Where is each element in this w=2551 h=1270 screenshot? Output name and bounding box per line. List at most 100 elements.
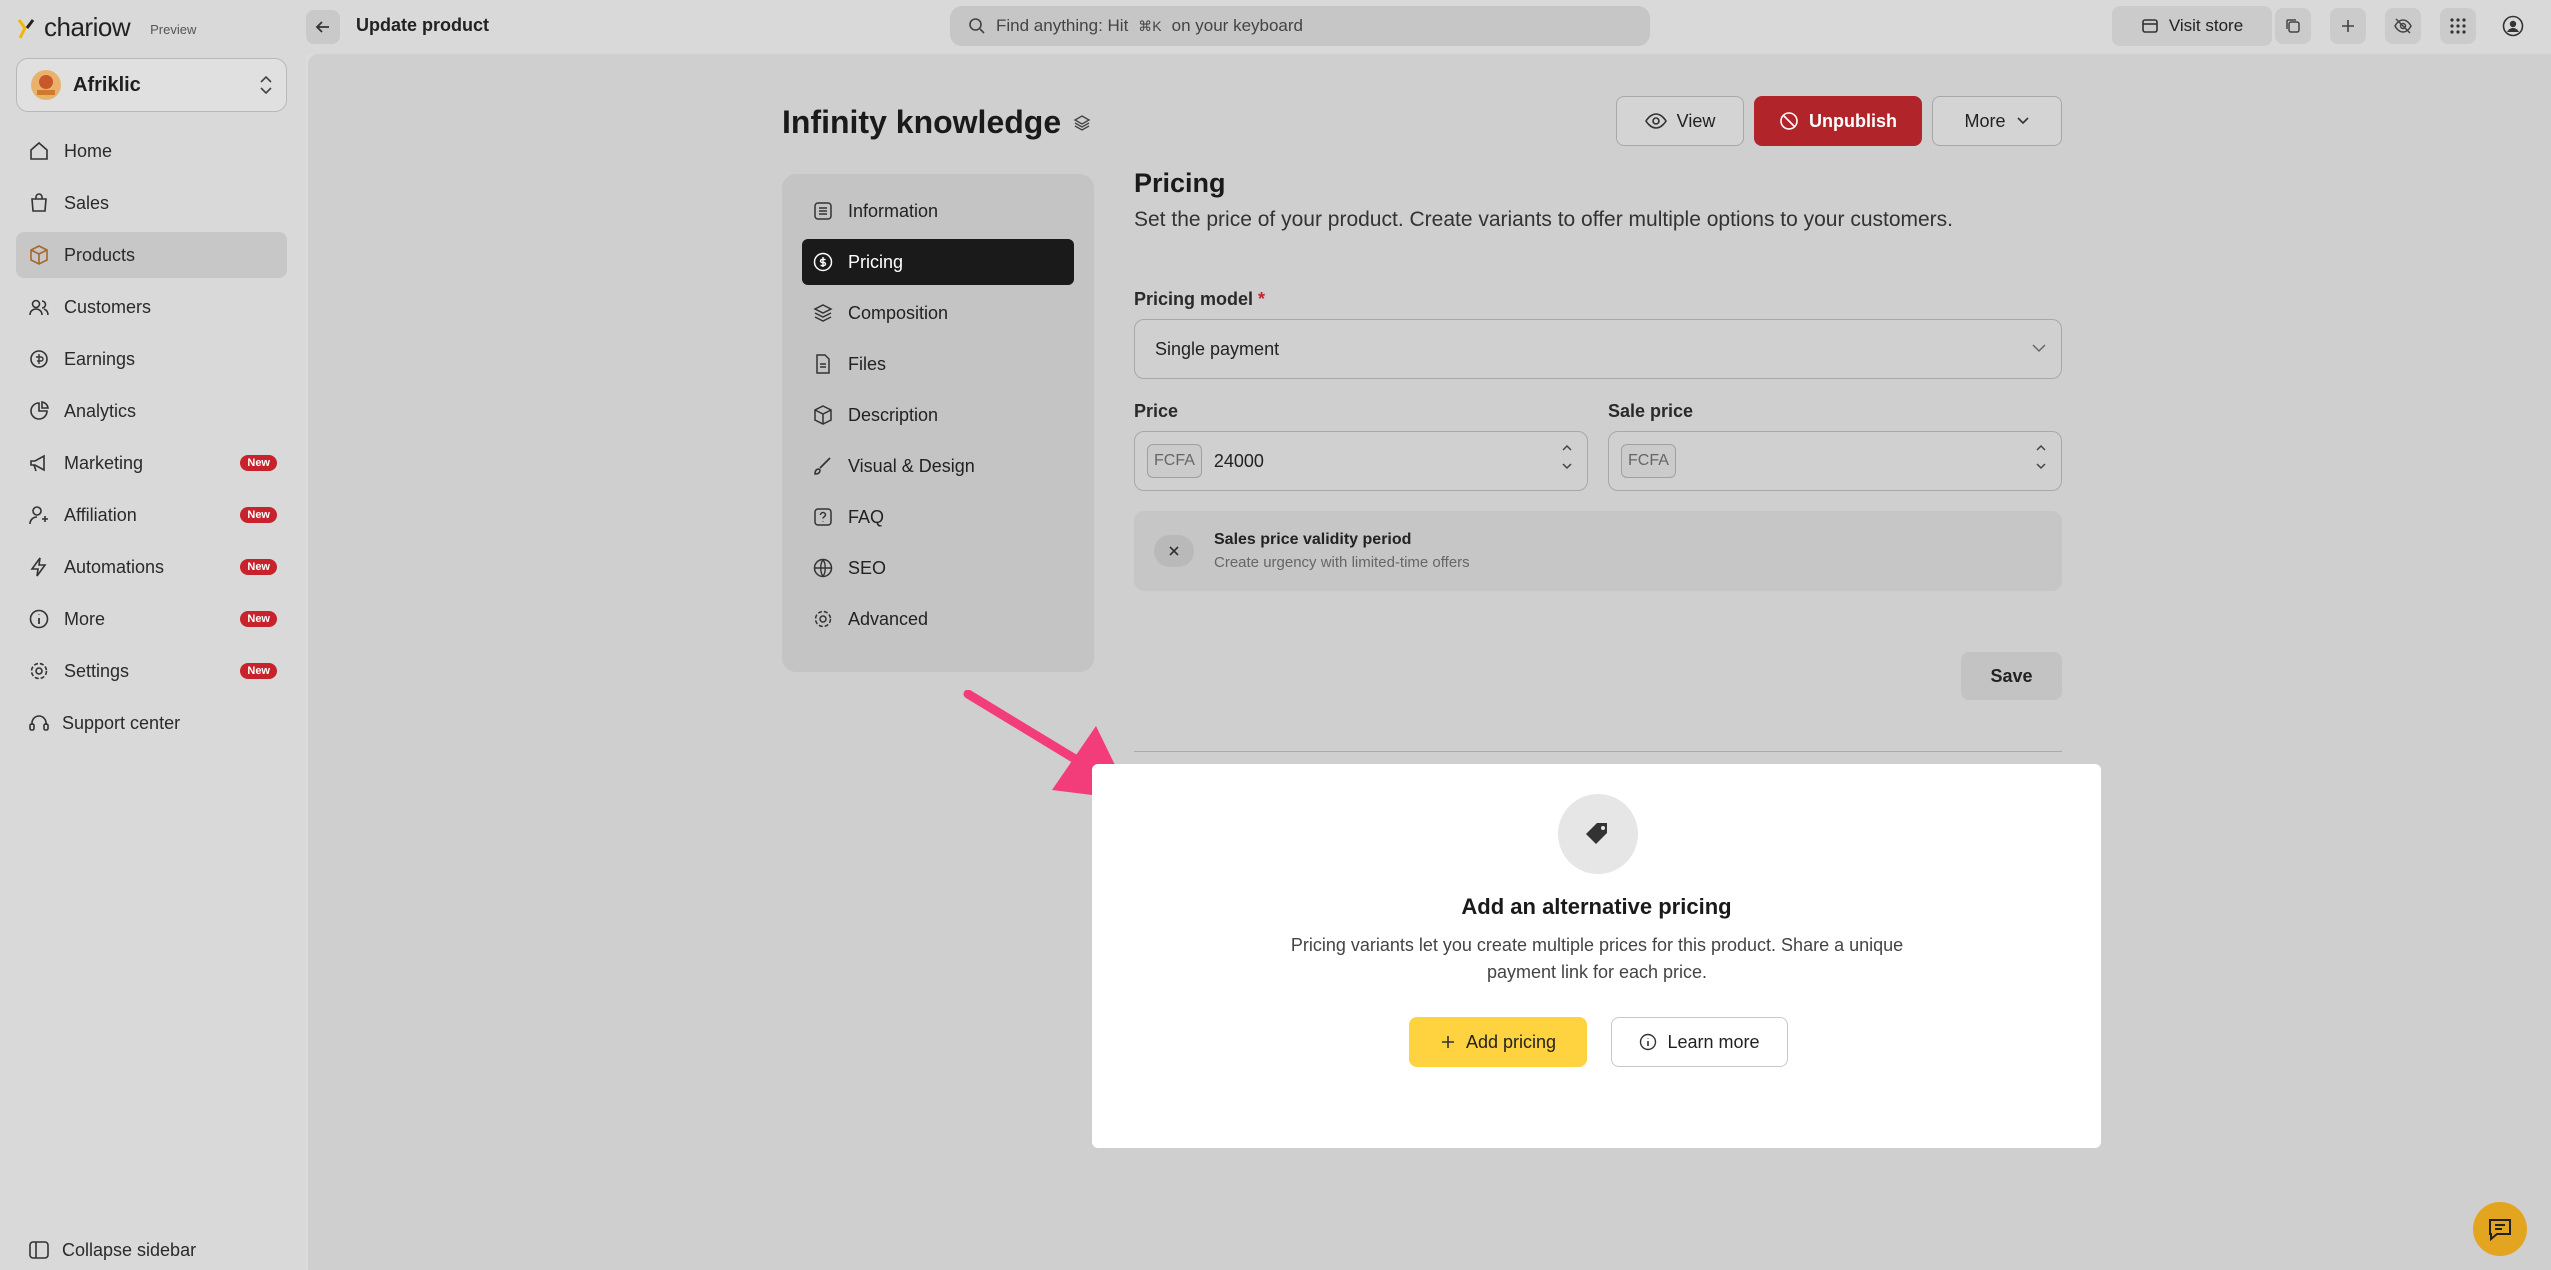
validity-subtitle: Create urgency with limited-time offers <box>1214 554 1470 571</box>
list-icon <box>814 202 832 220</box>
unpublish-label: Unpublish <box>1809 110 1897 131</box>
sidebar-item-products[interactable]: Products <box>16 232 287 278</box>
pricing-model-label-text: Pricing model <box>1134 289 1254 309</box>
sidebar-item-affiliation[interactable]: Affiliation New <box>16 492 287 538</box>
logo[interactable]: chariow Preview <box>16 12 196 43</box>
sidebar-item-automations[interactable]: Automations New <box>16 544 287 590</box>
chevron-up-icon[interactable] <box>1561 444 1573 452</box>
info-icon <box>29 609 49 629</box>
sidebar-item-earnings[interactable]: Earnings <box>16 336 287 382</box>
chevron-down-icon <box>2032 344 2046 353</box>
pricing-model-label: Pricing model * <box>1134 289 1265 310</box>
search-shortcut: ⌘K <box>1138 17 1162 34</box>
tab-files[interactable]: Files <box>802 341 1074 387</box>
price-value: 24000 <box>1213 450 1264 471</box>
store-avatar <box>31 70 61 100</box>
copy-button[interactable] <box>2275 8 2311 44</box>
chevron-down-icon[interactable] <box>1561 462 1573 470</box>
tab-description[interactable]: Description <box>802 392 1074 438</box>
tab-faq[interactable]: FAQ <box>802 494 1074 540</box>
sidebar-item-settings[interactable]: Settings New <box>16 648 287 694</box>
currency-badge: FCFA <box>1621 444 1676 478</box>
validity-title: Sales price validity period <box>1214 531 1412 548</box>
learn-more-button[interactable]: Learn more <box>1611 1017 1788 1067</box>
sale-price-input[interactable]: FCFA <box>1608 431 2062 491</box>
lightning-icon <box>30 557 47 577</box>
tab-label: SEO <box>848 557 887 578</box>
validity-toggle[interactable] <box>1154 535 1194 567</box>
sidebar-item-home[interactable]: Home <box>16 128 287 174</box>
store-name: Afriklic <box>73 73 141 96</box>
price-stepper[interactable] <box>1561 444 1573 470</box>
view-button[interactable]: View <box>1616 96 1744 146</box>
tab-visual-design[interactable]: Visual & Design <box>802 443 1074 489</box>
tag-icon <box>1558 794 1638 874</box>
question-icon <box>814 508 832 526</box>
chat-support-button[interactable] <box>2473 1202 2527 1256</box>
search-icon <box>969 18 985 34</box>
collapse-label: Collapse sidebar <box>62 1239 197 1260</box>
more-label: More <box>1964 110 2006 131</box>
collapse-sidebar-button[interactable]: Collapse sidebar <box>28 1239 196 1261</box>
more-dropdown-button[interactable]: More <box>1932 96 2062 146</box>
eye-icon <box>1644 113 1667 129</box>
sale-price-stepper[interactable] <box>2035 444 2047 470</box>
coins-icon <box>30 350 48 368</box>
new-badge: New <box>240 559 277 575</box>
add-button[interactable] <box>2330 8 2366 44</box>
unpublish-icon <box>1780 112 1798 130</box>
apps-button[interactable] <box>2440 8 2476 44</box>
product-section-nav: Information Pricing Composition Files De… <box>782 174 1094 672</box>
chevron-down-icon[interactable] <box>2035 462 2047 470</box>
new-badge: New <box>240 611 277 627</box>
chevron-up-icon[interactable] <box>2035 444 2047 452</box>
top-bar: chariow Preview Update product Find anyt… <box>0 0 2551 54</box>
pricing-model-select[interactable]: Single payment <box>1134 319 2062 379</box>
account-button[interactable] <box>2495 8 2531 44</box>
package-icon <box>814 405 832 425</box>
plus-icon <box>2342 20 2354 32</box>
store-selector[interactable]: Afriklic <box>16 58 287 112</box>
divider <box>1134 751 2062 752</box>
tab-pricing[interactable]: Pricing <box>802 239 1074 285</box>
sidebar-collapse-icon <box>29 1241 49 1259</box>
support-center-link[interactable]: Support center <box>28 712 180 734</box>
alternative-pricing-title: Add an alternative pricing <box>1461 894 1732 919</box>
sidebar-item-more[interactable]: More New <box>16 596 287 642</box>
arrow-left-icon <box>315 21 329 33</box>
support-icon <box>29 715 49 731</box>
chevron-up-down-icon <box>260 75 272 95</box>
alternative-pricing-card: Add an alternative pricing Pricing varia… <box>1092 764 2101 1148</box>
tab-seo[interactable]: SEO <box>802 545 1074 591</box>
tab-label: Advanced <box>848 608 929 629</box>
sale-price-label: Sale price <box>1608 401 1694 421</box>
search-input[interactable]: Find anything: Hit ⌘K on your keyboard <box>950 6 1650 46</box>
sidebar-item-label: Sales <box>64 192 110 213</box>
gear-icon <box>30 662 48 680</box>
price-input[interactable]: FCFA 24000 <box>1134 431 1588 491</box>
sidebar-item-label: Earnings <box>64 348 136 369</box>
layers-icon <box>813 304 833 322</box>
save-button[interactable]: Save <box>1961 652 2062 700</box>
visit-store-button[interactable]: Visit store <box>2112 6 2272 46</box>
hide-button[interactable] <box>2385 8 2421 44</box>
sidebar-item-sales[interactable]: Sales <box>16 180 287 226</box>
sidebar-item-customers[interactable]: Customers <box>16 284 287 330</box>
back-button[interactable] <box>306 10 340 44</box>
pricing-heading: Pricing <box>1134 168 1226 198</box>
layers-icon[interactable] <box>1073 114 1091 132</box>
tab-label: Information <box>848 200 939 221</box>
sidebar: Afriklic Home Sales Products Customers E… <box>0 54 306 1270</box>
users-icon <box>29 299 49 316</box>
logo-text: chariow <box>44 12 131 42</box>
tab-advanced[interactable]: Advanced <box>802 596 1074 642</box>
add-pricing-button[interactable]: Add pricing <box>1409 1017 1587 1067</box>
tab-information[interactable]: Information <box>802 188 1074 234</box>
box-icon <box>30 245 48 265</box>
sidebar-item-analytics[interactable]: Analytics <box>16 388 287 434</box>
tab-composition[interactable]: Composition <box>802 290 1074 336</box>
search-placeholder: Find anything: Hit <box>996 16 1129 35</box>
unpublish-button[interactable]: Unpublish <box>1754 96 1922 146</box>
sidebar-item-marketing[interactable]: Marketing New <box>16 440 287 486</box>
grid-icon <box>2450 18 2466 34</box>
